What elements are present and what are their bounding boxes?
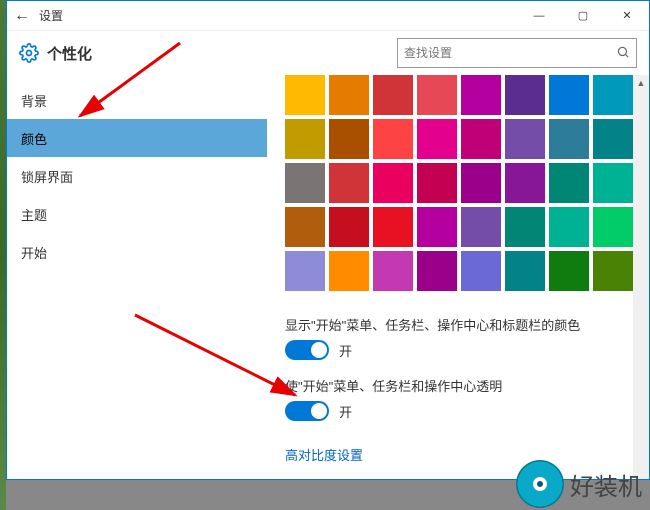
color-swatch[interactable] (549, 251, 589, 291)
page-title: 个性化 (47, 43, 92, 64)
color-swatch[interactable] (549, 119, 589, 159)
toggle2-row: 开 (285, 401, 631, 421)
color-swatch[interactable] (461, 251, 501, 291)
toggle-knob (311, 403, 327, 419)
color-swatch[interactable] (417, 119, 457, 159)
color-swatch[interactable] (593, 119, 633, 159)
color-swatch[interactable] (549, 163, 589, 203)
color-swatch[interactable] (285, 75, 325, 115)
maximize-button[interactable]: ▢ (561, 1, 605, 31)
color-swatch[interactable] (549, 75, 589, 115)
high-contrast-link[interactable]: 高对比度设置 (285, 445, 363, 464)
color-swatch[interactable] (373, 251, 413, 291)
search-icon (616, 45, 630, 62)
sidebar: 背景 颜色 锁屏界面 主题 开始 (7, 75, 267, 479)
titlebar: ← 设置 — ▢ ✕ (7, 1, 649, 31)
sidebar-item-themes[interactable]: 主题 (7, 195, 267, 233)
color-swatch[interactable] (285, 207, 325, 247)
color-swatch[interactable] (373, 207, 413, 247)
color-swatch[interactable] (505, 119, 545, 159)
watermark-logo-icon (516, 460, 564, 508)
color-swatch[interactable] (285, 251, 325, 291)
sidebar-item-colors[interactable]: 颜色 (7, 119, 267, 157)
content-pane: ▲ 显示"开始"菜单、任务栏、操作中心和标题栏的颜色 开 使"开始"菜单、任务栏… (267, 75, 649, 479)
sidebar-item-lockscreen[interactable]: 锁屏界面 (7, 157, 267, 195)
toggle1-switch[interactable] (285, 340, 329, 360)
toggle2-state: 开 (339, 402, 352, 421)
color-swatch[interactable] (329, 163, 369, 203)
sidebar-item-label: 颜色 (21, 129, 47, 148)
minimize-button[interactable]: — (517, 1, 561, 31)
search-box[interactable] (397, 38, 637, 68)
toggle1-row: 开 (285, 340, 631, 360)
color-swatch[interactable] (461, 119, 501, 159)
sidebar-item-label: 主题 (21, 205, 47, 224)
toggle1-label: 显示"开始"菜单、任务栏、操作中心和标题栏的颜色 (285, 315, 631, 334)
sidebar-item-label: 锁屏界面 (21, 167, 73, 186)
color-swatch[interactable] (417, 207, 457, 247)
toggle2-label: 使"开始"菜单、任务栏和操作中心透明 (285, 376, 631, 395)
gear-icon (19, 43, 39, 63)
color-swatch[interactable] (285, 119, 325, 159)
color-grid (285, 75, 631, 291)
color-swatch[interactable] (593, 163, 633, 203)
scroll-up-icon[interactable]: ▲ (633, 75, 649, 91)
color-swatch[interactable] (505, 163, 545, 203)
color-swatch[interactable] (593, 75, 633, 115)
color-swatch[interactable] (373, 119, 413, 159)
color-swatch[interactable] (505, 251, 545, 291)
scrollbar[interactable] (633, 75, 649, 479)
color-swatch[interactable] (593, 207, 633, 247)
toggle2-switch[interactable] (285, 401, 329, 421)
color-swatch[interactable] (549, 207, 589, 247)
color-swatch[interactable] (329, 251, 369, 291)
window-title: 设置 (37, 7, 63, 24)
color-swatch[interactable] (461, 163, 501, 203)
color-swatch[interactable] (505, 75, 545, 115)
color-swatch[interactable] (461, 207, 501, 247)
close-button[interactable]: ✕ (605, 1, 649, 31)
color-swatch[interactable] (373, 75, 413, 115)
search-input[interactable] (404, 46, 616, 60)
body: 背景 颜色 锁屏界面 主题 开始 ▲ 显示"开始"菜单、任务栏、操作中心和标题栏… (7, 75, 649, 479)
toggle-knob (311, 342, 327, 358)
color-swatch[interactable] (417, 251, 457, 291)
color-swatch[interactable] (285, 163, 325, 203)
color-swatch[interactable] (417, 163, 457, 203)
color-swatch[interactable] (461, 75, 501, 115)
header: 个性化 (7, 31, 649, 75)
color-swatch[interactable] (329, 75, 369, 115)
watermark-text: 好装机 (570, 467, 642, 502)
settings-window: ← 设置 — ▢ ✕ 个性化 背景 颜色 锁屏界面 主题 开始 ▲ (6, 0, 650, 480)
color-swatch[interactable] (417, 75, 457, 115)
toggle1-state: 开 (339, 341, 352, 360)
sidebar-item-label: 开始 (21, 243, 47, 262)
color-swatch[interactable] (373, 163, 413, 203)
color-swatch[interactable] (329, 119, 369, 159)
color-swatch[interactable] (329, 207, 369, 247)
sidebar-item-background[interactable]: 背景 (7, 81, 267, 119)
sidebar-item-label: 背景 (21, 91, 47, 110)
color-swatch[interactable] (505, 207, 545, 247)
watermark: 好装机 (516, 460, 642, 508)
back-button[interactable]: ← (7, 7, 37, 25)
sidebar-item-start[interactable]: 开始 (7, 233, 267, 271)
color-swatch[interactable] (593, 251, 633, 291)
